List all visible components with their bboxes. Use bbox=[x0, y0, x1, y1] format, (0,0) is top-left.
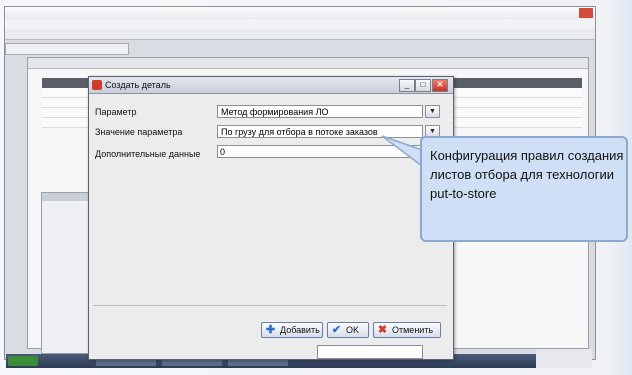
dialog-title-bar[interactable]: Создать деталь _ □ ✕ bbox=[89, 77, 453, 94]
additional-data-label: Дополнительные данные bbox=[95, 149, 201, 159]
check-icon: ✔ bbox=[331, 324, 342, 336]
add-button[interactable]: ✚ Добавить bbox=[261, 322, 323, 338]
minimize-icon[interactable]: _ bbox=[399, 79, 415, 92]
plus-icon: ✚ bbox=[265, 324, 276, 336]
cancel-button-label: Отменить bbox=[392, 325, 434, 335]
app-tab-strip[interactable] bbox=[5, 43, 129, 55]
app-menu-bar[interactable] bbox=[5, 19, 595, 29]
callout-text: Конфигурация правил создания листов отбо… bbox=[430, 148, 624, 201]
dialog-title: Создать деталь bbox=[105, 80, 171, 90]
system-tray bbox=[536, 349, 592, 368]
maximize-icon[interactable]: □ bbox=[415, 79, 431, 92]
cross-icon: ✖ bbox=[377, 324, 388, 336]
chevron-down-icon[interactable]: ▼ bbox=[425, 105, 440, 118]
create-detail-dialog: Создать деталь _ □ ✕ Параметр Метод форм… bbox=[88, 76, 454, 360]
status-field bbox=[317, 345, 423, 359]
app-close-button[interactable] bbox=[579, 8, 593, 18]
ok-button[interactable]: ✔ OK bbox=[327, 322, 369, 338]
parameter-row: Параметр Метод формирования ЛО ▼ bbox=[95, 105, 447, 119]
parameter-select[interactable]: Метод формирования ЛО bbox=[217, 105, 423, 118]
dialog-app-icon bbox=[92, 80, 102, 90]
close-icon[interactable]: ✕ bbox=[432, 79, 448, 92]
callout-box: Конфигурация правил создания листов отбо… bbox=[420, 136, 628, 242]
parameter-label: Параметр bbox=[95, 107, 137, 117]
app-title-bar bbox=[5, 7, 595, 19]
parameter-value-label: Значение параметра bbox=[95, 127, 183, 137]
app-toolbar[interactable] bbox=[5, 29, 595, 40]
add-button-label: Добавить bbox=[280, 325, 320, 335]
inner-toolbar[interactable] bbox=[28, 58, 588, 69]
cancel-button[interactable]: ✖ Отменить bbox=[373, 322, 441, 338]
start-button[interactable] bbox=[8, 356, 38, 366]
dialog-separator bbox=[93, 305, 447, 306]
ok-button-label: OK bbox=[346, 325, 360, 335]
